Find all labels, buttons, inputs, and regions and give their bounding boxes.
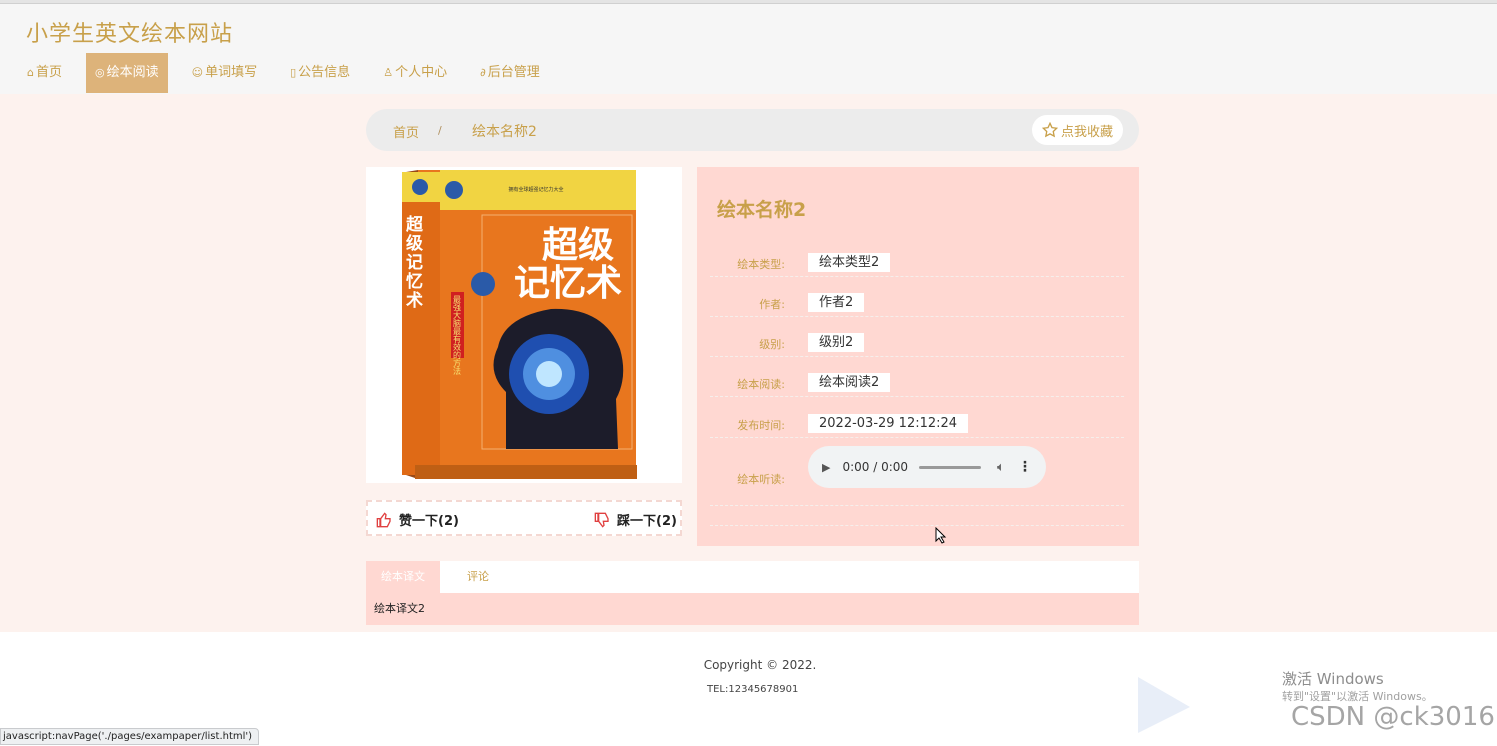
user-icon: ♙ bbox=[383, 66, 394, 79]
dislike-label: 踩一下(2) bbox=[617, 514, 677, 529]
like-button[interactable]: 赞一下(2) bbox=[376, 510, 459, 529]
field-label: 绘本类型: bbox=[737, 258, 785, 271]
detail-row-type: 绘本类型: 绘本类型2 bbox=[710, 243, 1124, 277]
breadcrumb: 首页 / 绘本名称2 点我收藏 bbox=[366, 109, 1139, 151]
nav-item-home[interactable]: ⌂ 首页 bbox=[18, 53, 71, 93]
cover-red-label: 最强大脑最有效的方法 bbox=[453, 295, 462, 376]
star-icon bbox=[1041, 122, 1058, 138]
cover-vertical-title: 超级记忆术 bbox=[402, 214, 423, 310]
book-detail-panel: 绘本名称2 绘本类型: 绘本类型2 作者: 作者2 级别: 级别2 绘本阅读: … bbox=[697, 167, 1139, 546]
footer-copyright: Copyright © 2022. bbox=[703, 658, 817, 672]
field-label: 发布时间: bbox=[737, 419, 785, 432]
play-icon[interactable]: ▶ bbox=[822, 461, 830, 474]
thumbs-up-icon bbox=[376, 511, 391, 527]
cover-top-text: 拥有全球超强记忆力大全 bbox=[508, 186, 563, 193]
vote-bar: 赞一下(2) 踩一下(2) bbox=[366, 500, 682, 536]
browser-status-bar: javascript:navPage('./pages/exampaper/li… bbox=[0, 728, 260, 745]
more-options-icon[interactable]: ⋮ bbox=[1018, 459, 1032, 475]
nav-item-label: 绘本阅读 bbox=[106, 65, 159, 80]
detail-row-empty bbox=[710, 506, 1124, 526]
tab-translation[interactable]: 绘本译文 bbox=[366, 561, 440, 593]
like-label: 赞一下(2) bbox=[399, 514, 459, 529]
content-tabs: 绘本译文 评论 bbox=[366, 561, 1139, 593]
detail-row-reading: 绘本阅读: 绘本阅读2 bbox=[710, 357, 1124, 397]
main-nav: ⌂ 首页 ◎ 绘本阅读 ☺ 单词填写 ▯ 公告信息 ♙ 个人中心 ∂ 后台管理 bbox=[18, 53, 564, 93]
favorite-button[interactable]: 点我收藏 bbox=[1031, 115, 1123, 145]
nav-item-announcements[interactable]: ▯ 公告信息 bbox=[281, 53, 359, 93]
link-icon: ∂ bbox=[480, 66, 486, 79]
field-label: 绘本听读: bbox=[737, 473, 785, 486]
document-icon: ▯ bbox=[290, 66, 297, 79]
field-label: 作者: bbox=[759, 298, 785, 311]
translation-content: 绘本译文2 bbox=[366, 593, 1139, 625]
book-name-heading: 绘本名称2 bbox=[717, 199, 807, 221]
windows-activation-watermark: 激活 Windows 转到"设置"以激活 Windows。 bbox=[1282, 670, 1433, 706]
windows-logo-icon bbox=[1138, 677, 1190, 733]
audio-player: ▶ 0:00 / 0:00 🔈︎ ⋮ bbox=[808, 446, 1046, 488]
nav-item-picture-book-reading[interactable]: ◎ 绘本阅读 bbox=[86, 53, 168, 93]
csdn-watermark: CSDN @ck3016 bbox=[1291, 702, 1495, 732]
field-value: 绘本类型2 bbox=[808, 253, 891, 272]
cover-title-line1: 超级 bbox=[542, 225, 614, 266]
nav-item-label: 单词填写 bbox=[205, 65, 258, 80]
site-header: 小学生英文绘本网站 ⌂ 首页 ◎ 绘本阅读 ☺ 单词填写 ▯ 公告信息 ♙ 个人… bbox=[0, 4, 1497, 94]
field-value: 2022-03-29 12:12:24 bbox=[808, 414, 969, 433]
nav-item-word-fill[interactable]: ☺ 单词填写 bbox=[183, 53, 266, 93]
field-value: 绘本阅读2 bbox=[808, 373, 891, 392]
nav-item-label: 首页 bbox=[35, 65, 62, 80]
field-value: 作者2 bbox=[808, 293, 865, 312]
home-icon: ⌂ bbox=[27, 66, 34, 79]
favorite-label: 点我收藏 bbox=[1060, 124, 1113, 140]
detail-row-publish-time: 发布时间: 2022-03-29 12:12:24 bbox=[710, 397, 1124, 438]
nav-item-admin[interactable]: ∂ 后台管理 bbox=[471, 53, 549, 93]
volume-icon[interactable]: 🔈︎ bbox=[997, 460, 1005, 475]
audio-time: 0:00 / 0:00 bbox=[842, 460, 909, 474]
field-label: 绘本阅读: bbox=[737, 378, 785, 391]
site-title: 小学生英文绘本网站 bbox=[26, 22, 234, 47]
book-cover-image: 拥有全球超强记忆力大全 超级记忆术 最强大脑最有效的方法 超级 记忆术 bbox=[366, 167, 682, 483]
mouse-cursor-icon bbox=[935, 527, 947, 544]
footer-tel: TEL:12345678901 bbox=[707, 684, 799, 695]
detail-row-audio: 绘本听读: ▶ 0:00 / 0:00 🔈︎ ⋮ bbox=[710, 438, 1124, 506]
breadcrumb-current: 绘本名称2 bbox=[472, 124, 537, 140]
face-icon: ☺ bbox=[191, 66, 204, 79]
tab-comments[interactable]: 评论 bbox=[467, 561, 489, 593]
nav-item-label: 后台管理 bbox=[487, 65, 540, 80]
cover-title-line2: 记忆术 bbox=[514, 263, 622, 304]
breadcrumb-home-link[interactable]: 首页 bbox=[393, 122, 419, 141]
nav-item-label: 公告信息 bbox=[298, 65, 351, 80]
breadcrumb-separator: / bbox=[438, 124, 442, 137]
dislike-button[interactable]: 踩一下(2) bbox=[594, 510, 677, 529]
field-value: 级别2 bbox=[808, 333, 865, 352]
detail-row-author: 作者: 作者2 bbox=[710, 277, 1124, 317]
eye-icon: ◎ bbox=[95, 66, 105, 79]
nav-item-label: 个人中心 bbox=[395, 65, 448, 80]
audio-progress-bar[interactable] bbox=[919, 465, 982, 469]
detail-row-level: 级别: 级别2 bbox=[710, 317, 1124, 357]
nav-item-personal-center[interactable]: ♙ 个人中心 bbox=[374, 53, 456, 93]
field-label: 级别: bbox=[759, 338, 785, 351]
watermark-line1: 激活 Windows bbox=[1282, 670, 1384, 688]
thumbs-down-icon bbox=[594, 512, 609, 528]
